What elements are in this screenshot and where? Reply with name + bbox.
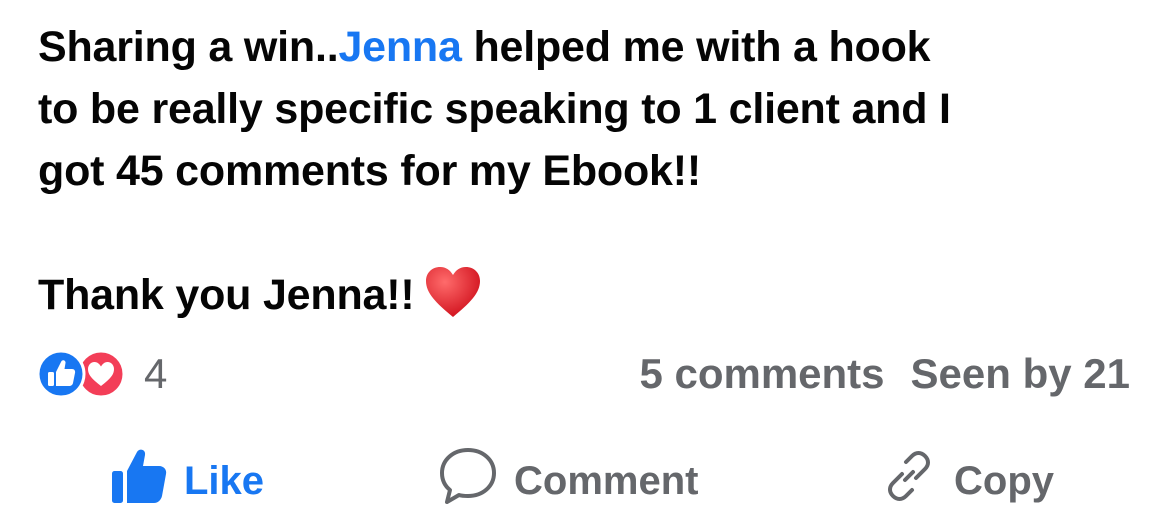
copy-label: Copy [954, 458, 1054, 503]
post-line-2: to be really specific speaking to 1 clie… [38, 85, 951, 133]
post-body: Sharing a win..Jenna helped me with a ho… [38, 16, 1138, 336]
like-button[interactable]: Like [110, 445, 264, 517]
post-meta: 5 comments Seen by 21 [639, 350, 1130, 398]
like-reaction-icon [36, 349, 86, 404]
comment-button[interactable]: Comment [438, 445, 698, 517]
seen-by-link[interactable]: Seen by 21 [911, 350, 1130, 398]
post-line-1: Sharing a win..Jenna helped me with a ho… [38, 16, 1138, 78]
link-icon [880, 447, 938, 515]
post-line-thanks: Thank you Jenna!! [38, 264, 1138, 336]
thanks-text: Thank you Jenna!! [38, 271, 415, 319]
mention-link[interactable]: Jenna [338, 23, 461, 71]
red-heart-emoji-icon [424, 265, 482, 336]
comments-count-link[interactable]: 5 comments [639, 350, 884, 398]
post-stats-bar: 4 5 comments Seen by 21 [36, 346, 1130, 402]
post-action-bar: Like Comment Copy [0, 445, 1170, 517]
reactions-summary[interactable]: 4 [36, 349, 167, 399]
reaction-icons [36, 349, 132, 399]
post-text-continued: helped me with a hook [461, 23, 931, 71]
post-line-3: got 45 comments for my Ebook!! [38, 147, 701, 195]
comment-bubble-icon [438, 446, 498, 516]
like-label: Like [184, 458, 265, 503]
copy-link-button[interactable]: Copy [880, 445, 1054, 517]
thumbs-up-icon [110, 447, 168, 515]
post-text-start: Sharing a win.. [38, 23, 339, 71]
reaction-count: 4 [144, 350, 168, 397]
comment-label: Comment [514, 458, 699, 503]
